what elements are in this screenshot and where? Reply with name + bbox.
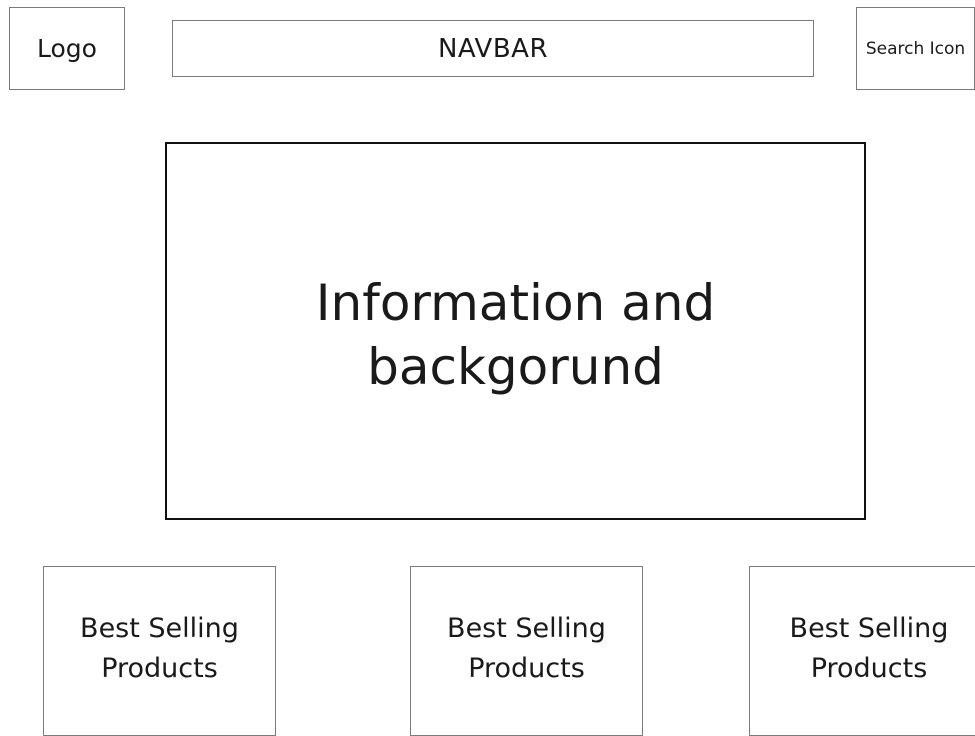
search-icon-label: Search Icon (865, 38, 966, 59)
product-card-label: Best Selling Products (80, 613, 239, 684)
logo-label: Logo (37, 34, 97, 63)
hero-text: Information and backgorund (315, 274, 716, 396)
search-icon-placeholder[interactable]: Search Icon (856, 7, 975, 90)
best-selling-products-card[interactable]: Best Selling Products (43, 566, 276, 736)
best-selling-products-card[interactable]: Best Selling Products (410, 566, 643, 736)
product-card-label: Best Selling Products (789, 613, 949, 684)
navbar-label: NAVBAR (437, 33, 549, 64)
best-selling-products-card[interactable]: Best Selling Products (749, 566, 975, 736)
navbar-placeholder[interactable]: NAVBAR (172, 20, 814, 77)
product-card-label: Best Selling Products (447, 613, 606, 684)
logo-placeholder[interactable]: Logo (9, 7, 125, 90)
hero-information-section: Information and backgorund (165, 142, 866, 520)
